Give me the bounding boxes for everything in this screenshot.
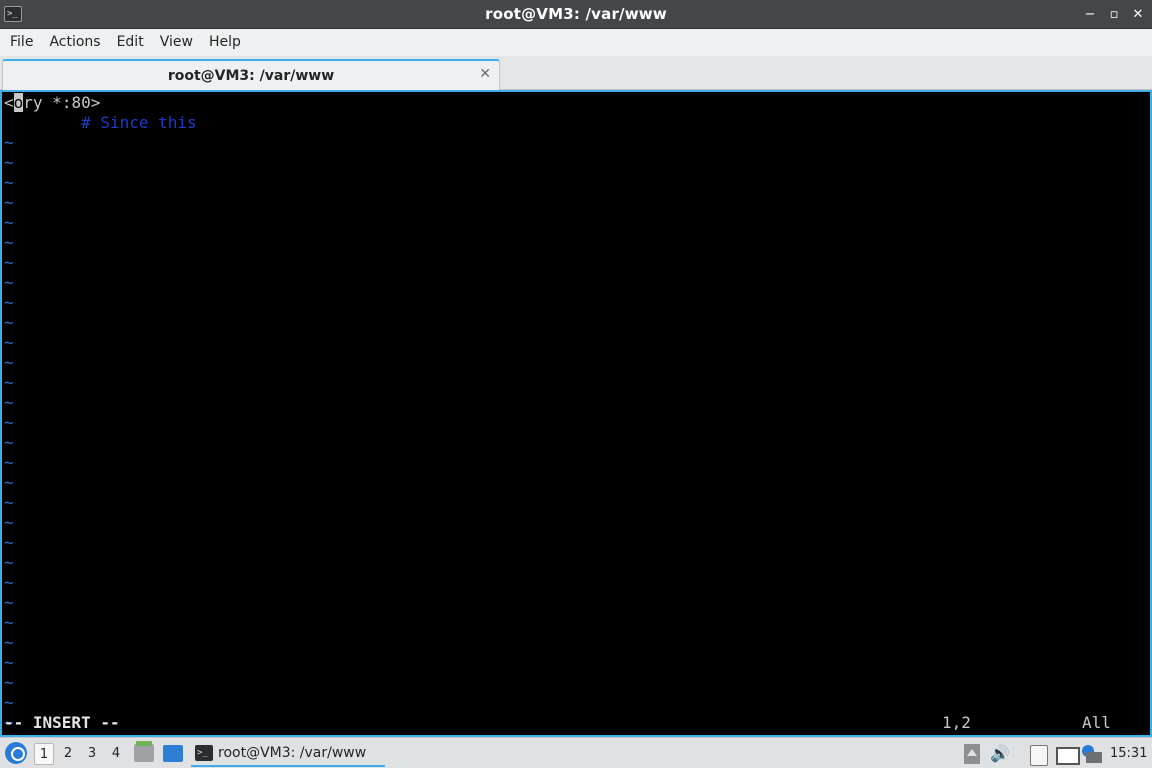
menu-file[interactable]: File xyxy=(2,29,41,56)
tab-close-icon[interactable]: ✕ xyxy=(479,66,491,82)
window-title: root@VM3: /var/www xyxy=(485,5,667,23)
tab-bar: root@VM3: /var/www ✕ xyxy=(0,56,1152,90)
empty-line-marker: ~ xyxy=(4,573,14,592)
close-icon[interactable]: ✕ xyxy=(1130,7,1146,23)
window-titlebar: >_ root@VM3: /var/www − ▫ ✕ xyxy=(0,0,1152,29)
tray-expand-icon[interactable] xyxy=(962,744,980,764)
empty-line-marker: ~ xyxy=(4,253,14,272)
empty-line-marker: ~ xyxy=(4,393,14,412)
show-desktop-icon[interactable] xyxy=(163,745,183,762)
empty-line-marker: ~ xyxy=(4,273,14,292)
empty-line-marker: ~ xyxy=(4,193,14,212)
taskbar-window-label: root@VM3: /var/www xyxy=(218,745,367,761)
menu-edit[interactable]: Edit xyxy=(109,29,152,56)
empty-line-marker: ~ xyxy=(4,613,14,632)
line1-prefix: < xyxy=(4,93,14,112)
menu-actions[interactable]: Actions xyxy=(41,29,108,56)
empty-line-marker: ~ xyxy=(4,553,14,572)
network-icon[interactable] xyxy=(1056,744,1080,765)
empty-line-marker: ~ xyxy=(4,133,14,152)
empty-line-marker: ~ xyxy=(4,633,14,652)
workspace-3[interactable]: 3 xyxy=(82,743,102,765)
empty-line-marker: ~ xyxy=(4,693,14,712)
clipboard-icon[interactable] xyxy=(1028,744,1048,766)
empty-line-marker: ~ xyxy=(4,453,14,472)
editor-line-2: # Since this xyxy=(4,113,197,132)
empty-line-marker: ~ xyxy=(4,513,14,532)
empty-line-marker: ~ xyxy=(4,533,14,552)
empty-line-marker: ~ xyxy=(4,653,14,672)
start-menu-icon[interactable] xyxy=(5,742,27,764)
tab-terminal[interactable]: root@VM3: /var/www ✕ xyxy=(2,59,500,90)
tab-label: root@VM3: /var/www xyxy=(167,67,335,84)
workspace-4[interactable]: 4 xyxy=(106,743,126,765)
empty-line-marker: ~ xyxy=(4,373,14,392)
maximize-icon[interactable]: ▫ xyxy=(1106,7,1122,23)
update-notifier-icon[interactable] xyxy=(1082,744,1102,764)
terminal-icon: >_ xyxy=(195,745,213,761)
editor-line-1: <ory *:80> xyxy=(4,93,100,113)
terminal-app-icon[interactable]: >_ xyxy=(4,6,22,22)
vim-mode-indicator: -- INSERT -- xyxy=(4,713,120,732)
empty-line-marker: ~ xyxy=(4,493,14,512)
clock[interactable]: 15:31 xyxy=(1110,738,1147,768)
menu-view[interactable]: View xyxy=(152,29,201,56)
text-cursor: o xyxy=(13,93,24,112)
taskbar: 1 2 3 4 >_ root@VM3: /var/www 🔊 15:31 xyxy=(0,737,1152,768)
empty-line-marker: ~ xyxy=(4,293,14,312)
line1-text: ry *:80> xyxy=(23,93,101,112)
empty-line-marker: ~ xyxy=(4,433,14,452)
minimize-icon[interactable]: − xyxy=(1082,7,1098,23)
file-manager-icon[interactable] xyxy=(134,741,154,762)
empty-line-marker: ~ xyxy=(4,353,14,372)
scroll-position: All xyxy=(1082,713,1111,732)
empty-line-marker: ~ xyxy=(4,233,14,252)
terminal-view[interactable]: <ory *:80> # Since this ~ ~ ~ ~ ~ ~ ~ ~ ~ ~ ~ ~ ~ ~ ~ ~… xyxy=(0,90,1152,737)
window-controls: − ▫ ✕ xyxy=(1082,0,1146,29)
empty-line-marker: ~ xyxy=(4,673,14,692)
empty-line-marker: ~ xyxy=(4,213,14,232)
workspace-1[interactable]: 1 xyxy=(34,743,54,765)
menu-bar: File Actions Edit View Help xyxy=(0,29,1152,56)
empty-line-marker: ~ xyxy=(4,333,14,352)
cursor-position: 1,2 xyxy=(942,713,971,732)
workspace-2[interactable]: 2 xyxy=(58,743,78,765)
empty-line-marker: ~ xyxy=(4,153,14,172)
taskbar-window-terminal[interactable]: >_ root@VM3: /var/www xyxy=(191,741,385,767)
menu-help[interactable]: Help xyxy=(201,29,249,56)
empty-line-marker: ~ xyxy=(4,473,14,492)
empty-line-marker: ~ xyxy=(4,413,14,432)
empty-line-marker: ~ xyxy=(4,593,14,612)
volume-icon[interactable]: 🔊 xyxy=(990,744,1010,764)
empty-line-marker: ~ xyxy=(4,173,14,192)
empty-line-marker: ~ xyxy=(4,313,14,332)
